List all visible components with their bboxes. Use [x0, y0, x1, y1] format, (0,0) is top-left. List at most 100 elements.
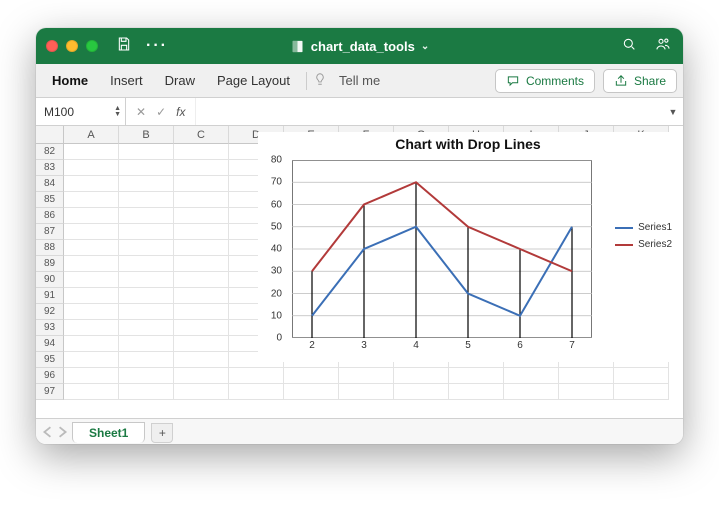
cell[interactable]: [339, 384, 394, 400]
tell-me-search[interactable]: Tell me: [329, 67, 390, 94]
formula-input[interactable]: [196, 98, 663, 125]
cell[interactable]: [119, 144, 174, 160]
row-header[interactable]: 82: [36, 144, 64, 160]
cell[interactable]: [119, 368, 174, 384]
embedded-chart[interactable]: Chart with Drop Lines 01020304050607080 …: [258, 132, 678, 362]
cell[interactable]: [64, 352, 119, 368]
row-header[interactable]: 83: [36, 160, 64, 176]
cell[interactable]: [339, 368, 394, 384]
row-header[interactable]: 91: [36, 288, 64, 304]
cell[interactable]: [119, 320, 174, 336]
cell[interactable]: [119, 192, 174, 208]
cell[interactable]: [64, 224, 119, 240]
cell[interactable]: [174, 368, 229, 384]
cell[interactable]: [284, 368, 339, 384]
cell[interactable]: [614, 368, 669, 384]
next-sheet-icon[interactable]: [56, 426, 68, 438]
share-people-icon[interactable]: [655, 36, 671, 57]
column-header[interactable]: C: [174, 126, 229, 144]
search-icon[interactable]: [621, 36, 637, 57]
row-header[interactable]: 97: [36, 384, 64, 400]
cell[interactable]: [64, 304, 119, 320]
close-icon[interactable]: [46, 40, 58, 52]
row-header[interactable]: 94: [36, 336, 64, 352]
cell[interactable]: [174, 336, 229, 352]
cell[interactable]: [64, 384, 119, 400]
tab-page-layout[interactable]: Page Layout: [207, 67, 300, 94]
spreadsheet-grid[interactable]: ABCDEFGHIJK 8283848586878889909192939495…: [36, 126, 683, 418]
select-all-corner[interactable]: [36, 126, 64, 144]
cell[interactable]: [614, 384, 669, 400]
row-header[interactable]: 87: [36, 224, 64, 240]
cell[interactable]: [174, 176, 229, 192]
cell[interactable]: [504, 384, 559, 400]
row-header[interactable]: 86: [36, 208, 64, 224]
row-header[interactable]: 96: [36, 368, 64, 384]
lightbulb-icon[interactable]: [313, 72, 327, 89]
cell[interactable]: [119, 336, 174, 352]
add-sheet-button[interactable]: +: [151, 423, 173, 443]
tab-home[interactable]: Home: [42, 67, 98, 94]
cell[interactable]: [119, 256, 174, 272]
row-header[interactable]: 89: [36, 256, 64, 272]
cell[interactable]: [174, 160, 229, 176]
cell[interactable]: [174, 208, 229, 224]
cell[interactable]: [64, 176, 119, 192]
cell[interactable]: [394, 384, 449, 400]
namebox-stepper-icon[interactable]: ▲▼: [114, 106, 121, 118]
tab-draw[interactable]: Draw: [155, 67, 205, 94]
minimize-icon[interactable]: [66, 40, 78, 52]
cell[interactable]: [174, 320, 229, 336]
cell[interactable]: [64, 368, 119, 384]
cell[interactable]: [64, 272, 119, 288]
row-header[interactable]: 84: [36, 176, 64, 192]
cell[interactable]: [64, 320, 119, 336]
cell[interactable]: [64, 192, 119, 208]
cell[interactable]: [174, 304, 229, 320]
cell[interactable]: [174, 272, 229, 288]
tab-insert[interactable]: Insert: [100, 67, 153, 94]
cell[interactable]: [64, 208, 119, 224]
cell[interactable]: [119, 352, 174, 368]
row-header[interactable]: 88: [36, 240, 64, 256]
row-header[interactable]: 90: [36, 272, 64, 288]
cell[interactable]: [394, 368, 449, 384]
cell[interactable]: [174, 288, 229, 304]
cell[interactable]: [504, 368, 559, 384]
cell[interactable]: [174, 240, 229, 256]
name-box[interactable]: M100 ▲▼: [36, 98, 126, 125]
accept-formula-icon[interactable]: ✓: [156, 105, 166, 119]
cell[interactable]: [449, 384, 504, 400]
cell[interactable]: [64, 160, 119, 176]
cell[interactable]: [119, 288, 174, 304]
cell[interactable]: [64, 288, 119, 304]
cell[interactable]: [119, 208, 174, 224]
cell[interactable]: [64, 336, 119, 352]
save-icon[interactable]: [116, 36, 132, 57]
row-header[interactable]: 92: [36, 304, 64, 320]
cell[interactable]: [174, 192, 229, 208]
cell[interactable]: [174, 352, 229, 368]
cell[interactable]: [559, 384, 614, 400]
column-header[interactable]: B: [119, 126, 174, 144]
cell[interactable]: [284, 384, 339, 400]
sheet-tab-sheet1[interactable]: Sheet1: [72, 422, 145, 443]
cell[interactable]: [174, 144, 229, 160]
column-header[interactable]: A: [64, 126, 119, 144]
cell[interactable]: [174, 256, 229, 272]
cell[interactable]: [64, 144, 119, 160]
cell[interactable]: [119, 224, 174, 240]
cell[interactable]: [174, 384, 229, 400]
row-header[interactable]: 95: [36, 352, 64, 368]
cell[interactable]: [119, 384, 174, 400]
cell[interactable]: [119, 272, 174, 288]
cell[interactable]: [229, 384, 284, 400]
formula-expand-icon[interactable]: ▼: [663, 98, 683, 125]
row-header[interactable]: 85: [36, 192, 64, 208]
share-button[interactable]: Share: [603, 69, 677, 93]
cell[interactable]: [119, 304, 174, 320]
cell[interactable]: [449, 368, 504, 384]
fullscreen-icon[interactable]: [86, 40, 98, 52]
cell[interactable]: [119, 160, 174, 176]
prev-sheet-icon[interactable]: [42, 426, 54, 438]
